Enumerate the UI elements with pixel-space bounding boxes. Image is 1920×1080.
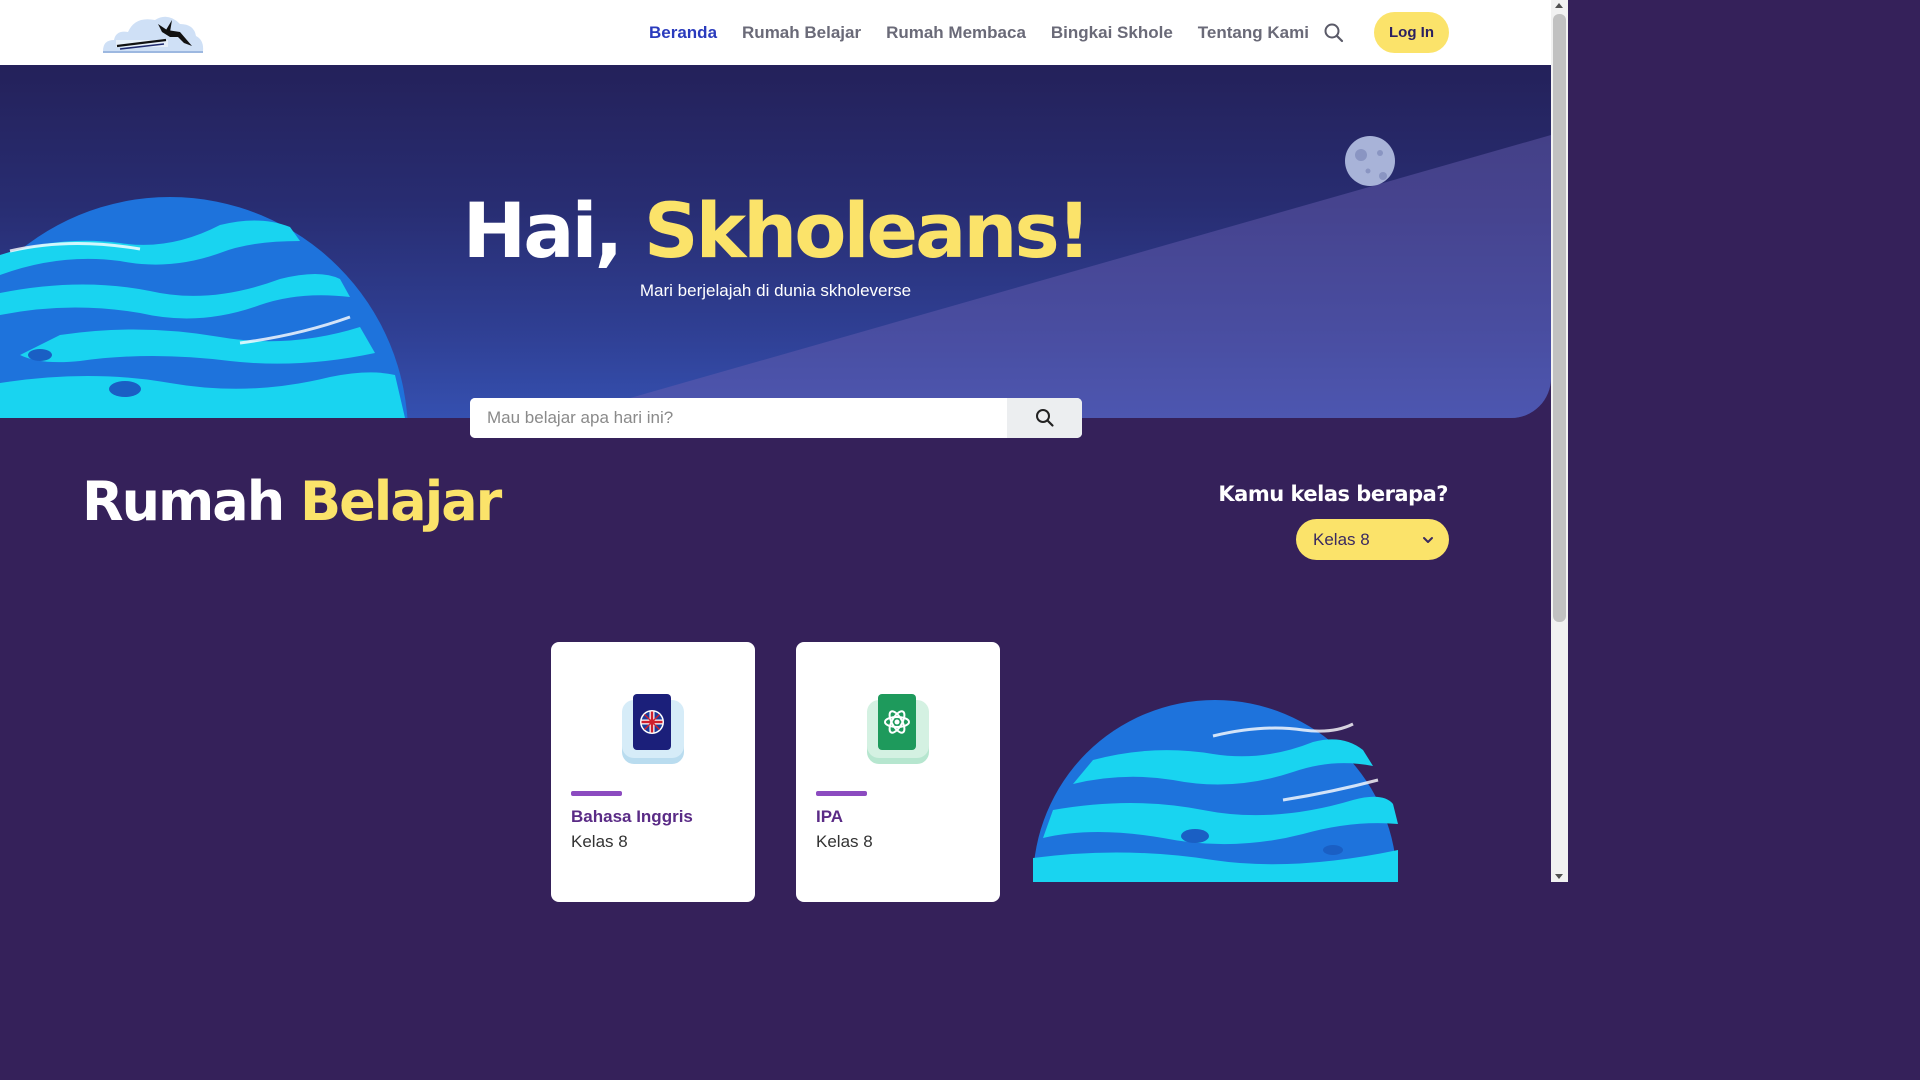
nav-link-tentang-kami[interactable]: Tentang Kami (1198, 23, 1309, 43)
top-navbar: Beranda Rumah Belajar Rumah Membaca Bing… (0, 0, 1551, 65)
search-button[interactable] (1007, 398, 1082, 438)
search-icon (1035, 409, 1054, 427)
moon-icon (1345, 136, 1395, 186)
hero-subtitle: Mari berjelajah di dunia skholeverse (639, 281, 912, 300)
login-button[interactable]: Log In (1374, 12, 1449, 53)
grade-prompt: Kamu kelas berapa? (1218, 482, 1448, 506)
chevron-down-icon (1423, 537, 1433, 543)
science-atom-book-icon (865, 694, 931, 766)
right-planet-icon (1033, 700, 1398, 882)
skhole-logo-icon[interactable] (100, 10, 205, 55)
card-title: IPA (816, 807, 844, 826)
subject-card-bahasa-inggris[interactable]: Bahasa Inggris Kelas 8 (551, 642, 755, 902)
section-title: Rumah Belajar (82, 470, 502, 533)
hero-greeting: Hai, (462, 186, 624, 275)
nav-link-bingkai-skhole[interactable]: Bingkai Skhole (1051, 23, 1173, 43)
main-search-bar (470, 398, 1082, 438)
nav-links: Beranda Rumah Belajar Rumah Membaca Bing… (649, 0, 1334, 65)
page-scrollbar[interactable] (1551, 0, 1568, 882)
nav-link-beranda[interactable]: Beranda (649, 23, 717, 43)
grade-selected-value: Kelas 8 (1313, 529, 1370, 549)
card-subtitle: Kelas 8 (571, 832, 628, 851)
card-accent-bar (816, 791, 867, 796)
hero-banner: Hai, Skholeans! Mari berjelajah di dunia… (0, 65, 1551, 418)
hero-highlight: Skholeans! (643, 186, 1091, 275)
scroll-down-arrow-icon[interactable] (1555, 874, 1563, 879)
search-icon[interactable] (1322, 21, 1346, 45)
hero-title: Hai, Skholeans! (0, 188, 1551, 274)
nav-link-rumah-membaca[interactable]: Rumah Membaca (886, 23, 1026, 43)
card-accent-bar (571, 791, 622, 796)
card-title: Bahasa Inggris (571, 807, 693, 826)
card-subtitle: Kelas 8 (816, 832, 873, 851)
subject-card-ipa[interactable]: IPA Kelas 8 (796, 642, 1000, 902)
section-title-main: Rumah (82, 470, 285, 533)
grade-select[interactable]: Kelas 8 (1296, 519, 1449, 560)
nav-link-rumah-belajar[interactable]: Rumah Belajar (742, 23, 861, 43)
scroll-thumb[interactable] (1553, 14, 1566, 622)
uk-flag-book-icon (620, 694, 686, 766)
section-title-highlight: Belajar (300, 470, 502, 533)
search-input[interactable] (470, 398, 1007, 438)
scroll-up-arrow-icon[interactable] (1555, 3, 1563, 8)
